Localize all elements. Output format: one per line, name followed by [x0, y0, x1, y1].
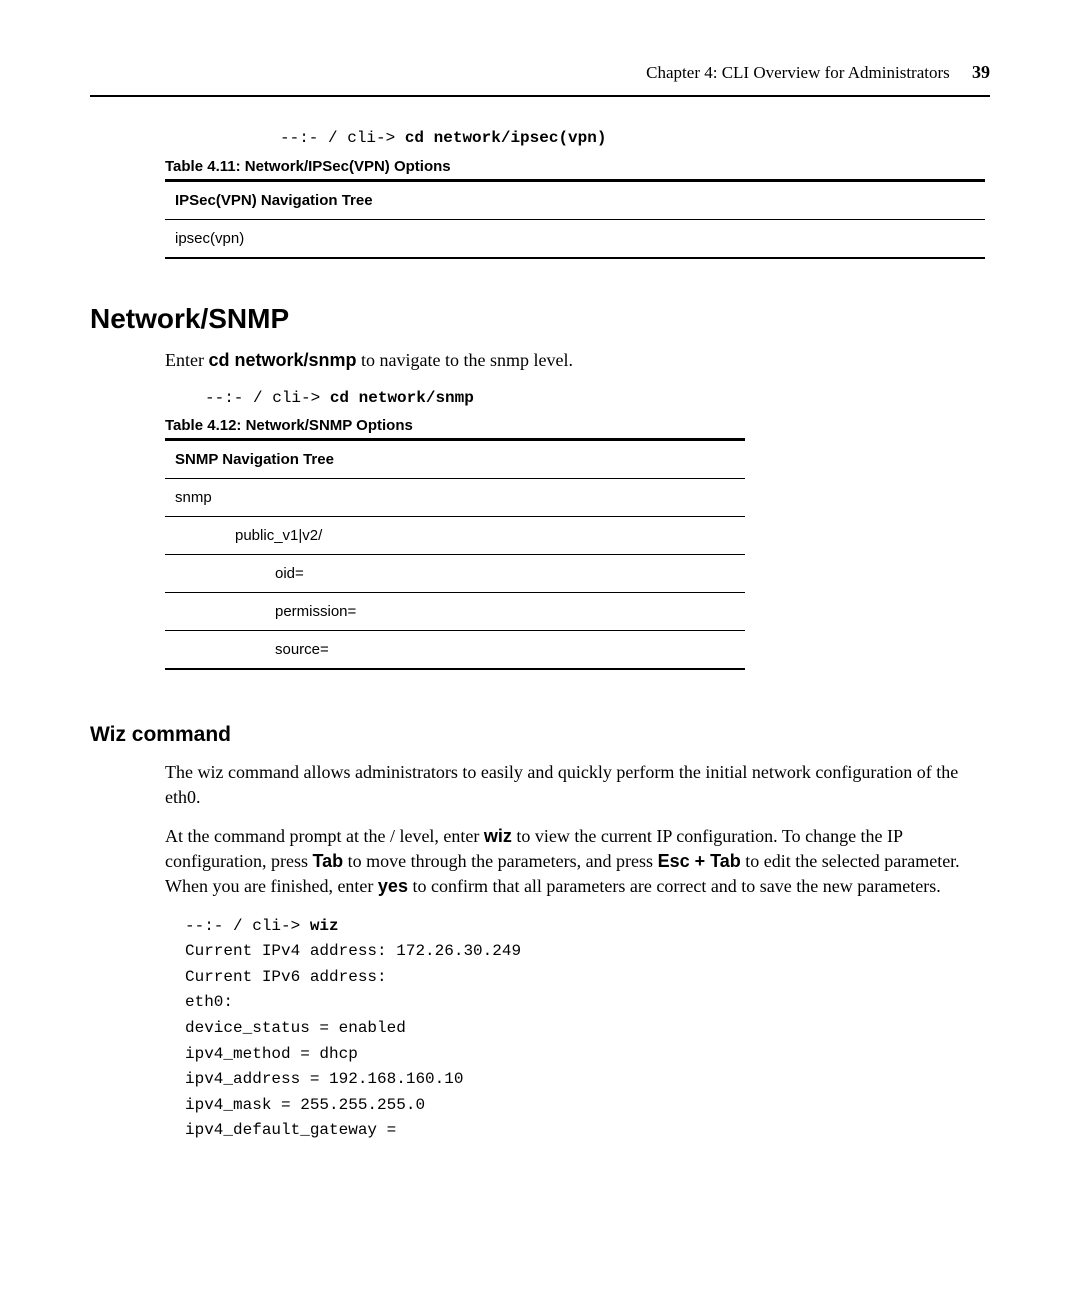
cli-prompt: --:- / cli-> [185, 917, 310, 935]
cli-prompt: --:- / cli-> [205, 389, 330, 407]
code-line: Current IPv4 address: 172.26.30.249 [185, 942, 521, 960]
table-row: snmp [165, 479, 745, 517]
table-row: oid= [165, 555, 745, 593]
page-number: 39 [972, 62, 990, 82]
chapter-label: Chapter 4: CLI Overview for Administrato… [646, 63, 950, 82]
ipsec-table-header: IPSec(VPN) Navigation Tree [165, 180, 985, 219]
ipsec-cmd-line: --:- / cli-> cd network/ipsec(vpn) [280, 127, 990, 149]
inline-command: cd network/snmp [208, 350, 356, 370]
code-line: ipv4_default_gateway = [185, 1121, 396, 1139]
table-row: permission= [165, 593, 745, 631]
snmp-intro: Enter cd network/snmp to navigate to the… [165, 348, 990, 373]
snmp-table-caption: Table 4.12: Network/SNMP Options [165, 415, 990, 436]
code-line: ipv4_address = 192.168.160.10 [185, 1070, 463, 1088]
code-line: ipv4_method = dhcp [185, 1045, 358, 1063]
snmp-cmd-line: --:- / cli-> cd network/snmp [205, 387, 990, 409]
cli-prompt: --:- / cli-> [280, 129, 405, 147]
snmp-body: Enter cd network/snmp to navigate to the… [165, 348, 990, 671]
page-header: Chapter 4: CLI Overview for Administrato… [90, 60, 990, 97]
code-line: ipv4_mask = 255.255.255.0 [185, 1096, 425, 1114]
key-label: Tab [312, 851, 343, 871]
ipsec-table-caption: Table 4.11: Network/IPSec(VPN) Options [165, 156, 990, 177]
code-line: Current IPv6 address: [185, 968, 387, 986]
code-line: eth0: [185, 993, 233, 1011]
wiz-paragraph-1: The wiz command allows administrators to… [165, 760, 990, 810]
table-row: source= [165, 631, 745, 670]
ipsec-block: --:- / cli-> cd network/ipsec(vpn) Table… [165, 127, 990, 258]
table-row: public_v1|v2/ [165, 517, 745, 555]
cli-command: cd network/ipsec(vpn) [405, 129, 607, 147]
wiz-body: The wiz command allows administrators to… [165, 760, 990, 900]
inline-command: yes [378, 876, 408, 896]
section-heading-snmp: Network/SNMP [90, 299, 990, 338]
cli-command: wiz [310, 917, 339, 935]
cli-command: cd network/snmp [330, 389, 474, 407]
code-line: device_status = enabled [185, 1019, 406, 1037]
inline-command: wiz [484, 826, 512, 846]
ipsec-table: IPSec(VPN) Navigation Tree ipsec(vpn) [165, 179, 985, 259]
subsection-heading-wiz: Wiz command [90, 720, 990, 749]
snmp-table-header: SNMP Navigation Tree [165, 440, 745, 479]
key-label: Esc + Tab [658, 851, 741, 871]
wiz-paragraph-2: At the command prompt at the / level, en… [165, 824, 990, 900]
table-row: ipsec(vpn) [165, 219, 985, 258]
snmp-table: SNMP Navigation Tree snmp public_v1|v2/ … [165, 438, 745, 670]
wiz-code-block: --:- / cli-> wiz Current IPv4 address: 1… [185, 914, 990, 1144]
